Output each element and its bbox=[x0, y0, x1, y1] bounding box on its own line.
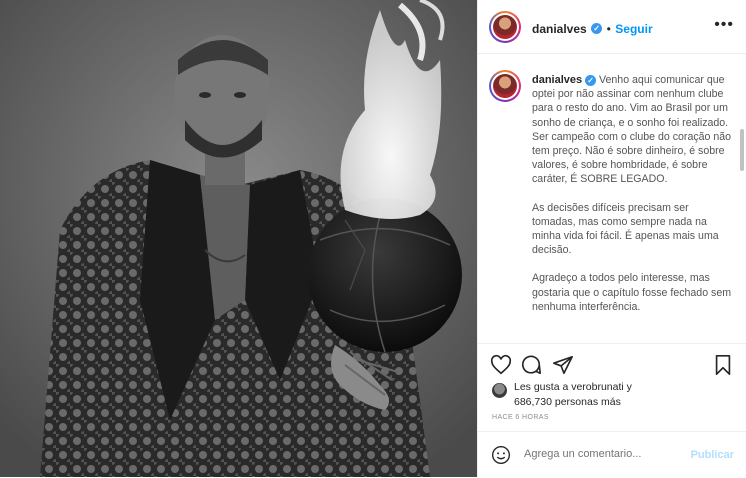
follow-button[interactable]: Seguir bbox=[615, 22, 652, 36]
comment-input[interactable] bbox=[524, 448, 674, 460]
caption-username[interactable]: danialves bbox=[532, 74, 582, 86]
bookmark-icon[interactable] bbox=[712, 354, 734, 376]
post-photo[interactable] bbox=[0, 0, 477, 477]
more-horizontal-icon[interactable]: ••• bbox=[714, 17, 734, 33]
username-link[interactable]: danialves bbox=[532, 22, 587, 36]
comment-icon[interactable] bbox=[520, 354, 542, 376]
emoji-icon[interactable] bbox=[491, 445, 511, 465]
verified-badge-icon: ✓ bbox=[591, 23, 603, 35]
caption-text: danialves ✓ Venho aqui comunicar que opt… bbox=[532, 73, 732, 328]
caption-paragraph: Venho aqui comunicar que optei por não a… bbox=[532, 74, 732, 186]
liker-avatar[interactable] bbox=[492, 383, 507, 398]
header-user-line: danialves ✓ • Seguir bbox=[532, 20, 653, 38]
actions-section: Les gusta a verobrunati y 686,730 person… bbox=[478, 343, 746, 477]
caption-paragraph: Agradeço a todos pelo interesse, mas gos… bbox=[532, 272, 732, 313]
comment-box: Publicar bbox=[478, 431, 746, 478]
avatar[interactable] bbox=[489, 11, 521, 43]
post-timestamp[interactable]: HACE 6 HORAS bbox=[492, 414, 549, 421]
post-header: danialves ✓ • Seguir ••• bbox=[478, 0, 746, 54]
caption-paragraph: As decisões difíceis precisam ser tomada… bbox=[532, 201, 719, 257]
post-sidebar: danialves ✓ • Seguir ••• danialves ✓ Ven… bbox=[477, 0, 746, 477]
heart-icon[interactable] bbox=[490, 354, 512, 376]
separator-dot: • bbox=[606, 22, 611, 36]
paper-plane-icon[interactable] bbox=[552, 354, 574, 376]
caption-scrollbar[interactable] bbox=[740, 129, 744, 171]
publish-button[interactable]: Publicar bbox=[691, 449, 734, 461]
instagram-post: danialves ✓ • Seguir ••• danialves ✓ Ven… bbox=[0, 0, 746, 477]
post-image bbox=[0, 0, 477, 477]
caption-area: danialves ✓ Venho aqui comunicar que opt… bbox=[478, 54, 746, 344]
caption-avatar[interactable] bbox=[489, 70, 521, 102]
likes-line-2[interactable]: 686,730 personas más bbox=[514, 395, 714, 410]
verified-badge-icon: ✓ bbox=[585, 74, 597, 86]
likes-line-1[interactable]: Les gusta a verobrunati y bbox=[514, 380, 714, 395]
